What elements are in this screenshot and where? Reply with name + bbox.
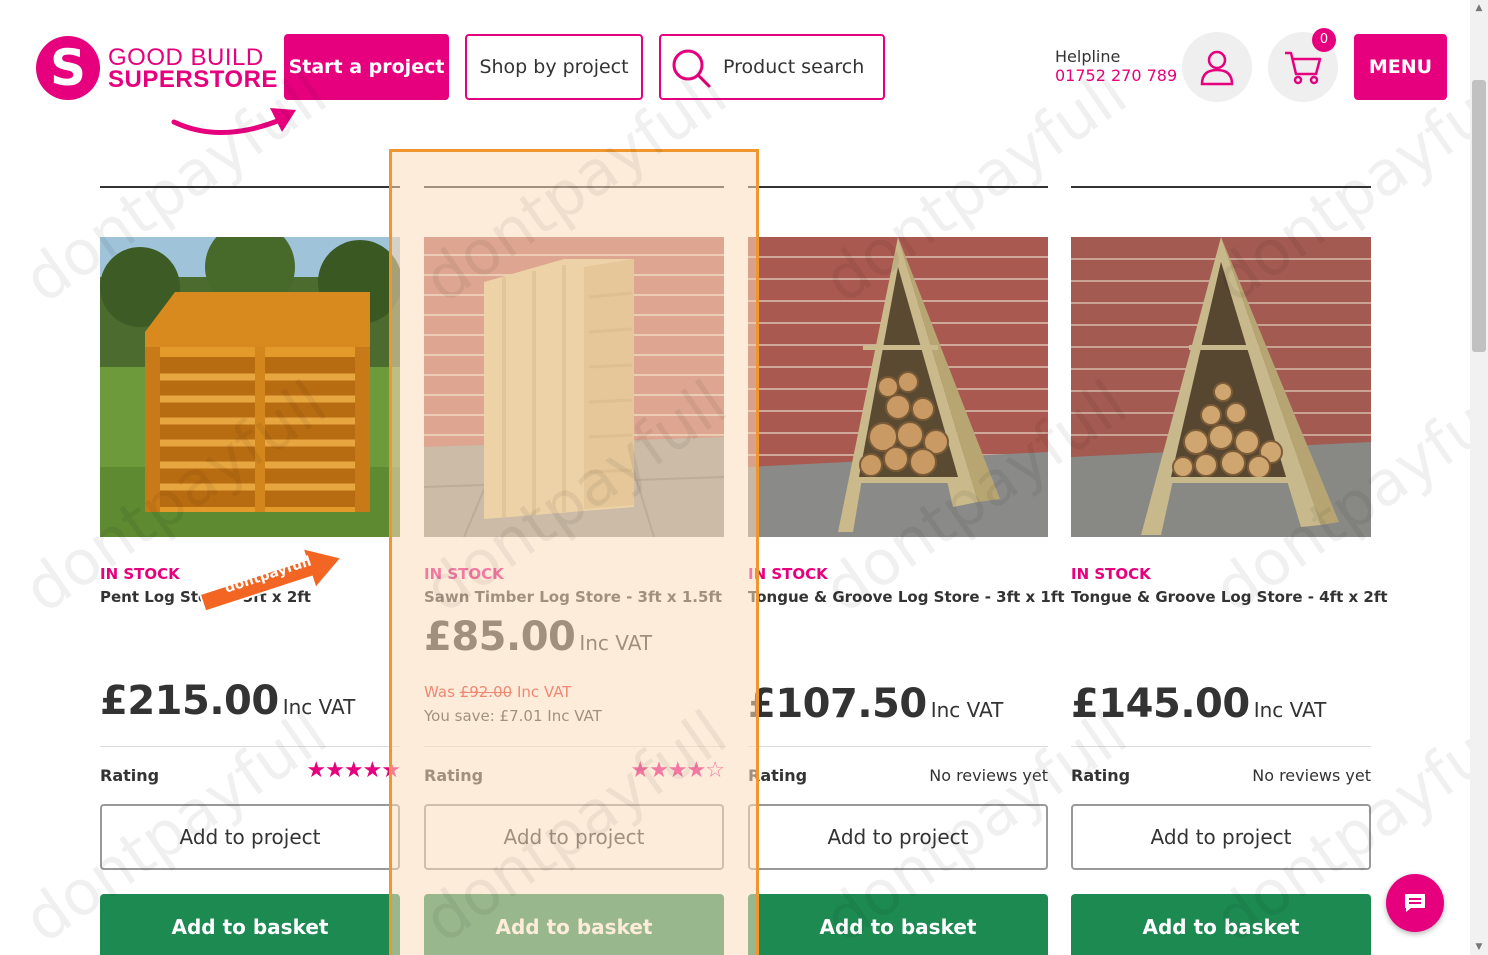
was-suffix: Inc VAT: [516, 683, 572, 701]
was-prefix: Was: [424, 683, 455, 701]
product-card: IN STOCK Sawn Timber Log Store - 3ft x 1…: [424, 0, 725, 955]
rating-stars: ★★★★★: [306, 758, 401, 783]
product-price: £145.00 Inc VAT: [1071, 681, 1326, 727]
card-divider: [424, 746, 724, 747]
add-to-basket-button[interactable]: Add to basket: [424, 894, 724, 955]
price-amount: £85.00: [424, 614, 576, 660]
add-to-project-button[interactable]: Add to project: [1071, 804, 1371, 870]
you-save: You save: £7.01 Inc VAT: [424, 707, 602, 725]
card-top-rule: [424, 186, 724, 188]
product-title[interactable]: Sawn Timber Log Store - 3ft x 1.5ft: [424, 588, 722, 606]
price-amount: £145.00: [1071, 681, 1250, 727]
card-divider: [100, 746, 400, 747]
stock-status: IN STOCK: [100, 565, 180, 583]
logo-letter: S: [49, 39, 86, 97]
price-vat-label: Inc VAT: [282, 695, 356, 719]
product-price: £107.50 Inc VAT: [748, 681, 1003, 727]
was-amount: £92.00: [459, 683, 513, 701]
card-top-rule: [100, 186, 400, 188]
stock-status: IN STOCK: [748, 565, 828, 583]
price-amount: £215.00: [100, 678, 279, 724]
product-title[interactable]: Tongue & Groove Log Store - 4ft x 2ft: [1071, 588, 1388, 606]
add-to-basket-button[interactable]: Add to basket: [100, 894, 400, 955]
price-amount: £107.50: [748, 681, 927, 727]
was-price: Was £92.00 Inc VAT: [424, 683, 571, 701]
product-image[interactable]: [424, 237, 724, 537]
card-top-rule: [748, 186, 1048, 188]
add-to-project-button[interactable]: Add to project: [748, 804, 1048, 870]
card-divider: [1071, 746, 1371, 747]
price-vat-label: Inc VAT: [1253, 698, 1327, 722]
product-price: £85.00 Inc VAT: [424, 614, 652, 660]
stock-status: IN STOCK: [1071, 565, 1151, 583]
stock-status: IN STOCK: [424, 565, 504, 583]
rating-label: Rating: [748, 766, 808, 785]
add-to-basket-button[interactable]: Add to basket: [1071, 894, 1371, 955]
scrollbar[interactable]: ▲ ▼: [1470, 0, 1488, 955]
chat-icon: [1405, 894, 1425, 912]
scrollbar-thumb[interactable]: [1472, 80, 1486, 352]
product-card: IN STOCK Pent Log Store - 5ft x 2ft £215…: [100, 0, 401, 955]
product-title[interactable]: Tongue & Groove Log Store - 3ft x 1ft: [748, 588, 1065, 606]
chat-button[interactable]: [1386, 874, 1444, 932]
card-top-rule: [1071, 186, 1371, 188]
product-image[interactable]: [1071, 237, 1371, 537]
product-image[interactable]: [748, 237, 1048, 537]
product-price: £215.00 Inc VAT: [100, 678, 355, 724]
scroll-down-arrow-icon[interactable]: ▼: [1470, 939, 1488, 955]
price-vat-label: Inc VAT: [930, 698, 1004, 722]
no-reviews-text: No reviews yet: [1252, 766, 1371, 785]
add-to-project-button[interactable]: Add to project: [424, 804, 724, 870]
rating-label: Rating: [1071, 766, 1131, 785]
price-vat-label: Inc VAT: [579, 631, 653, 655]
rating-label: Rating: [100, 766, 160, 785]
no-reviews-text: No reviews yet: [929, 766, 1048, 785]
product-card: IN STOCK Tongue & Groove Log Store - 4ft…: [1071, 0, 1388, 955]
dontpayfull-tag: dontpayfull: [193, 545, 353, 615]
rating-label: Rating: [424, 766, 484, 785]
rating-stars: ★★★★☆: [630, 758, 725, 783]
scroll-up-arrow-icon[interactable]: ▲: [1470, 0, 1488, 16]
card-divider: [748, 746, 1048, 747]
product-card: IN STOCK Tongue & Groove Log Store - 3ft…: [748, 0, 1065, 955]
add-to-basket-button[interactable]: Add to basket: [748, 894, 1048, 955]
product-image[interactable]: [100, 237, 400, 537]
add-to-project-button[interactable]: Add to project: [100, 804, 400, 870]
